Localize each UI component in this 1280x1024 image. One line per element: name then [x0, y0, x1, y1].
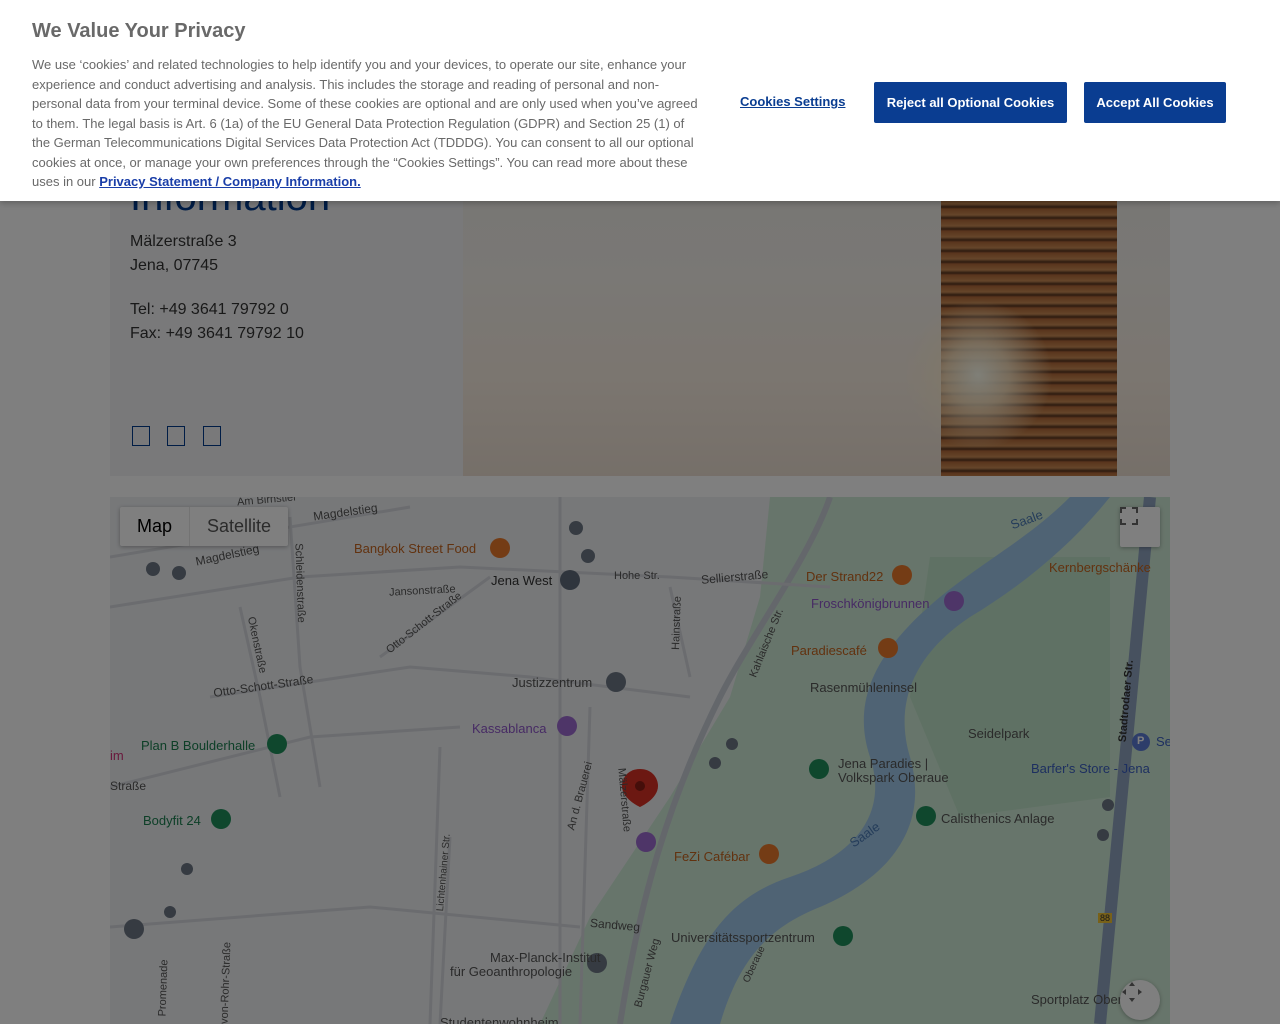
cookie-banner-text: We use ‘cookies’ and related technologie… — [32, 55, 702, 192]
reject-optional-cookies-button[interactable]: Reject all Optional Cookies — [874, 82, 1067, 123]
cookie-banner: We Value Your Privacy We use ‘cookies’ a… — [0, 0, 1280, 201]
cookie-banner-body: We use ‘cookies’ and related technologie… — [32, 57, 698, 189]
cookie-banner-title: We Value Your Privacy — [32, 20, 246, 42]
privacy-statement-link[interactable]: Privacy Statement / Company Information. — [99, 174, 361, 189]
cookies-settings-button[interactable]: Cookies Settings — [740, 94, 845, 109]
accept-all-cookies-button[interactable]: Accept All Cookies — [1084, 82, 1226, 123]
